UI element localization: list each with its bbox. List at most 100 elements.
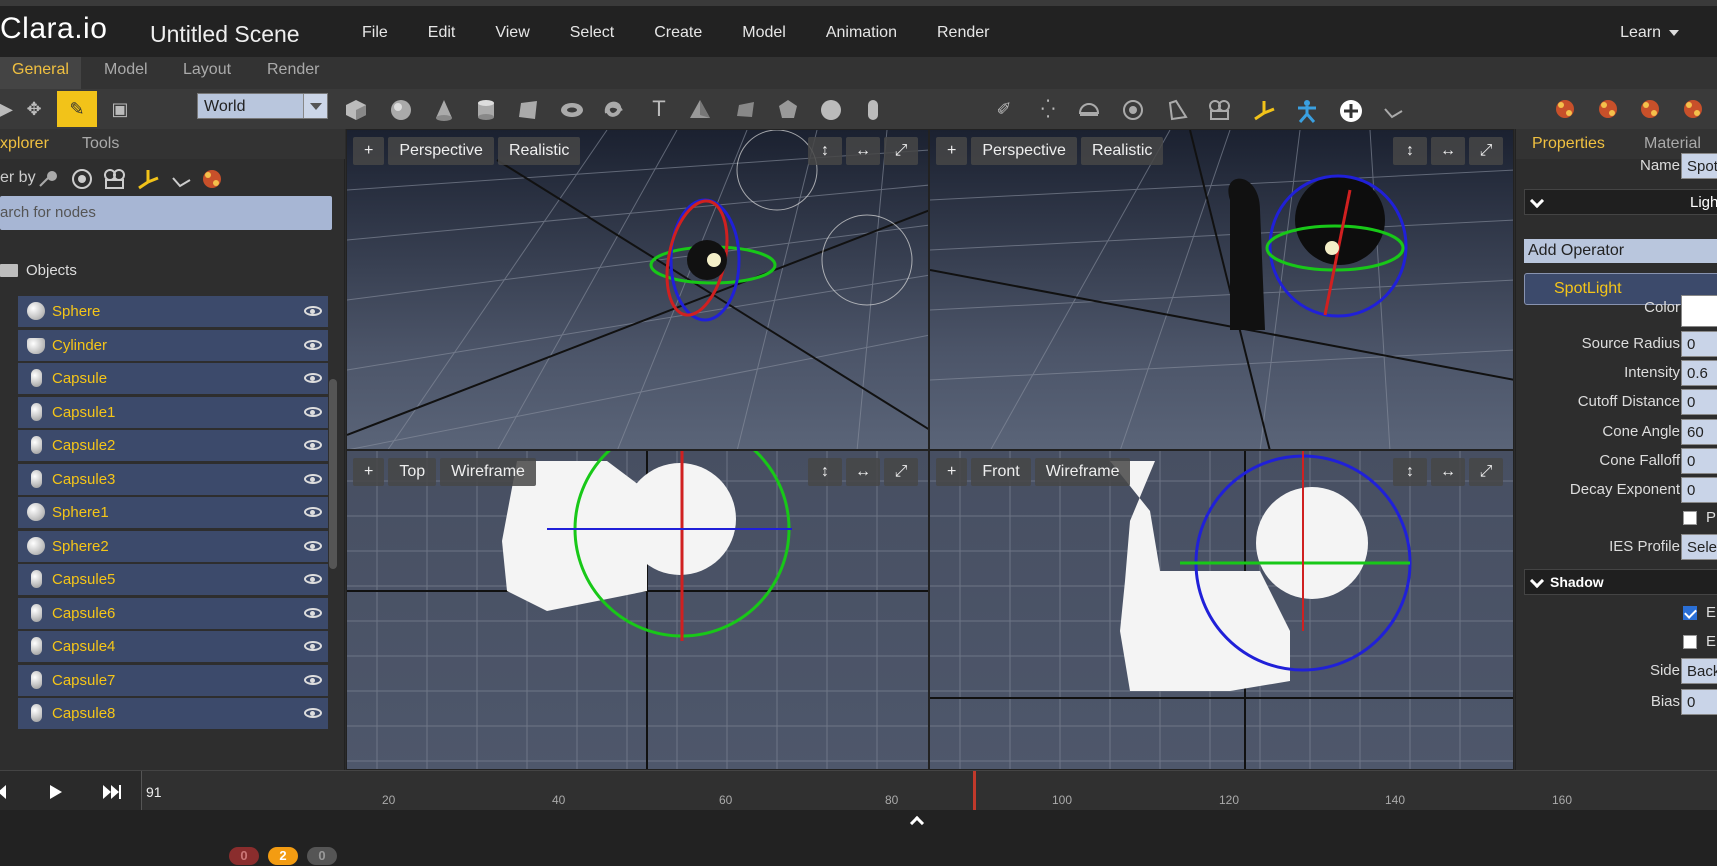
visibility-eye-icon[interactable] bbox=[304, 306, 322, 316]
tab-explorer[interactable]: xplorer bbox=[0, 135, 49, 153]
learn-menu[interactable]: Learn bbox=[1620, 24, 1679, 42]
hair-icon[interactable]: ⁛ bbox=[1034, 95, 1062, 123]
menu-create[interactable]: Create bbox=[654, 24, 702, 42]
visibility-eye-icon[interactable] bbox=[304, 641, 322, 651]
checkbox-enabled[interactable] bbox=[1683, 606, 1697, 620]
playhead[interactable] bbox=[973, 771, 976, 811]
list-item[interactable]: Capsule4 bbox=[18, 630, 328, 664]
viewport-add-button[interactable]: + bbox=[353, 458, 385, 486]
viewport-add-button[interactable]: + bbox=[353, 137, 385, 165]
resize-horizontal-icon[interactable]: ↔ bbox=[846, 458, 880, 486]
shading-select[interactable]: Realistic bbox=[1080, 137, 1164, 165]
menu-animation[interactable]: Animation bbox=[826, 24, 897, 42]
visibility-eye-icon[interactable] bbox=[304, 674, 322, 685]
select-tool-icon[interactable]: ▶ bbox=[0, 95, 20, 123]
point-light-icon[interactable] bbox=[1122, 99, 1144, 121]
visibility-eye-icon[interactable] bbox=[304, 540, 322, 551]
tetrahedron-icon[interactable] bbox=[735, 99, 757, 121]
maximize-icon[interactable]: ⤢ bbox=[884, 458, 918, 486]
prop-field[interactable]: 0 bbox=[1681, 331, 1717, 357]
sphere-icon[interactable] bbox=[390, 99, 412, 121]
info-count-badge[interactable]: 0 bbox=[307, 847, 337, 865]
tab-material[interactable]: Material bbox=[1644, 135, 1701, 153]
filter-camera-icon[interactable] bbox=[103, 168, 125, 190]
prop-field[interactable]: 0.6 bbox=[1681, 360, 1717, 386]
menu-model[interactable]: Model bbox=[742, 24, 786, 42]
light-section-header[interactable]: Ligh bbox=[1524, 189, 1717, 215]
visibility-eye-icon[interactable] bbox=[304, 440, 322, 450]
visibility-eye-icon[interactable] bbox=[304, 373, 322, 383]
shadow-section-header[interactable]: Shadow bbox=[1524, 569, 1717, 595]
maximize-icon[interactable]: ⤢ bbox=[1469, 458, 1503, 486]
maximize-icon[interactable]: ⤢ bbox=[884, 137, 918, 165]
list-item[interactable]: Cylinder bbox=[18, 329, 328, 363]
search-input[interactable]: arch for nodes bbox=[0, 196, 332, 230]
character-icon[interactable] bbox=[1296, 99, 1318, 123]
current-frame[interactable]: 91 bbox=[146, 784, 162, 800]
dome-light-icon[interactable] bbox=[1078, 99, 1100, 121]
material-ball-icon[interactable] bbox=[1640, 99, 1660, 119]
tab-layout[interactable]: Layout bbox=[171, 57, 243, 89]
list-item[interactable]: Capsule8 bbox=[18, 697, 328, 731]
prop-field[interactable]: 60 bbox=[1681, 419, 1717, 445]
menu-render[interactable]: Render bbox=[937, 24, 989, 42]
torus-knot-icon[interactable] bbox=[603, 99, 625, 121]
menu-edit[interactable]: Edit bbox=[428, 24, 456, 42]
viewport-perspective-left[interactable]: + Perspective Realistic ↕ ↔ ⤢ bbox=[346, 129, 929, 450]
list-item[interactable]: Capsule6 bbox=[18, 597, 328, 631]
cube-icon[interactable] bbox=[345, 99, 367, 121]
add-operator-select[interactable]: Add Operator bbox=[1524, 239, 1717, 263]
cylinder-icon[interactable] bbox=[475, 99, 497, 121]
filter-light-icon[interactable] bbox=[71, 168, 93, 190]
viewport-add-button[interactable]: + bbox=[936, 137, 968, 165]
shading-select[interactable]: Wireframe bbox=[440, 458, 536, 486]
move-tool-icon[interactable]: ✥ bbox=[20, 95, 48, 123]
ies-select[interactable]: Selec bbox=[1681, 534, 1717, 560]
visibility-eye-icon[interactable] bbox=[304, 507, 322, 517]
warning-count-badge[interactable]: 2 bbox=[268, 847, 298, 865]
maximize-icon[interactable]: ⤢ bbox=[1469, 137, 1503, 165]
prop-field[interactable]: 0 bbox=[1681, 689, 1717, 715]
chevron-down-icon[interactable] bbox=[303, 94, 327, 118]
shading-select[interactable]: Wireframe bbox=[1034, 458, 1131, 486]
visibility-eye-icon[interactable] bbox=[304, 473, 322, 484]
coord-space-select[interactable]: World bbox=[197, 93, 328, 119]
visibility-eye-icon[interactable] bbox=[304, 406, 322, 417]
filter-material-icon[interactable] bbox=[201, 168, 223, 190]
list-item[interactable]: Capsule2 bbox=[18, 429, 328, 463]
tab-general[interactable]: General bbox=[0, 57, 81, 89]
resize-vertical-icon[interactable]: ↕ bbox=[808, 137, 842, 165]
torus-icon[interactable] bbox=[560, 99, 584, 121]
filter-bone-icon[interactable] bbox=[170, 168, 192, 190]
spot-light-icon[interactable] bbox=[1166, 99, 1188, 121]
list-item[interactable]: Capsule1 bbox=[18, 396, 328, 430]
menu-select[interactable]: Select bbox=[570, 24, 614, 42]
prop-field[interactable]: 0 bbox=[1681, 448, 1717, 474]
camera-select[interactable]: Front bbox=[971, 458, 1031, 486]
checkbox[interactable] bbox=[1683, 511, 1697, 525]
material-ball-icon[interactable] bbox=[1683, 99, 1703, 119]
camera-select[interactable]: Top bbox=[388, 458, 437, 486]
prop-field[interactable]: 0 bbox=[1681, 477, 1717, 503]
filter-locator-icon[interactable] bbox=[137, 168, 159, 190]
menu-view[interactable]: View bbox=[495, 24, 529, 42]
list-item[interactable]: Capsule bbox=[18, 362, 328, 396]
pyramid-icon[interactable] bbox=[689, 99, 711, 121]
locator-icon[interactable] bbox=[1253, 99, 1275, 121]
viewport-front[interactable]: + Front Wireframe ↕ ↔ ⤢ bbox=[929, 450, 1514, 770]
chevron-up-icon[interactable] bbox=[909, 815, 925, 831]
play-icon[interactable] bbox=[44, 781, 66, 803]
material-ball-icon[interactable] bbox=[1555, 99, 1575, 119]
app-logo[interactable]: Clara.io bbox=[0, 12, 107, 46]
scene-title[interactable]: Untitled Scene bbox=[150, 21, 300, 48]
filter-mesh-icon[interactable] bbox=[38, 168, 60, 190]
tab-render[interactable]: Render bbox=[255, 57, 331, 89]
add-circle-icon[interactable] bbox=[1339, 99, 1363, 123]
transform-tool-icon[interactable]: ✎ bbox=[57, 91, 97, 127]
camera-icon[interactable] bbox=[1208, 99, 1232, 121]
visibility-eye-icon[interactable] bbox=[304, 708, 322, 718]
resize-vertical-icon[interactable]: ↕ bbox=[1393, 137, 1427, 165]
plane-icon[interactable] bbox=[517, 99, 539, 121]
viewport-top[interactable]: + Top Wireframe ↕ ↔ ⤢ bbox=[346, 450, 929, 770]
viewport-add-button[interactable]: + bbox=[936, 458, 968, 486]
